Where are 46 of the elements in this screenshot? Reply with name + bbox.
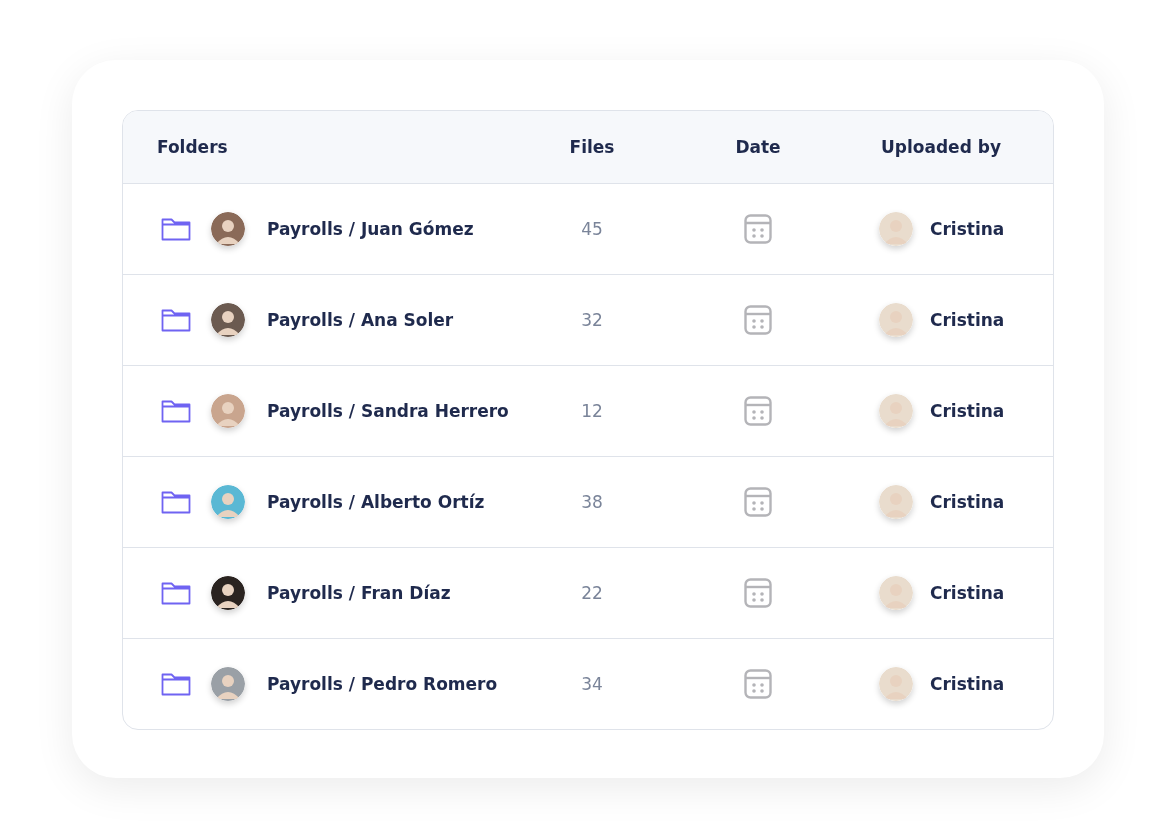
folder-name[interactable]: Payrolls / Fran Díaz xyxy=(267,583,451,603)
file-count: 38 xyxy=(581,492,603,512)
uploader-name: Cristina xyxy=(930,310,1005,330)
uploader-name: Cristina xyxy=(930,674,1005,694)
avatar xyxy=(211,576,245,610)
column-header: Uploaded by xyxy=(881,137,1001,157)
avatar xyxy=(879,667,913,701)
uploader-name: Cristina xyxy=(930,219,1005,239)
folder-icon xyxy=(161,217,191,241)
file-count: 32 xyxy=(581,310,603,330)
uploader-name: Cristina xyxy=(930,401,1005,421)
folder-icon xyxy=(161,672,191,696)
calendar-icon xyxy=(744,487,772,517)
avatar xyxy=(879,212,913,246)
folder-name[interactable]: Payrolls / Alberto Ortíz xyxy=(267,492,485,512)
column-header: Date xyxy=(735,137,781,157)
calendar-icon xyxy=(744,578,772,608)
folder-name[interactable]: Payrolls / Pedro Romero xyxy=(267,674,498,694)
folder-name[interactable]: Payrolls / Juan Gómez xyxy=(267,219,474,239)
uploader-name: Cristina xyxy=(930,583,1005,603)
folder-icon xyxy=(161,308,191,332)
avatar xyxy=(211,485,245,519)
avatar xyxy=(879,394,913,428)
folder-icon xyxy=(161,581,191,605)
calendar-icon xyxy=(744,214,772,244)
folder-name[interactable]: Payrolls / Ana Soler xyxy=(267,310,454,330)
folder-icon xyxy=(161,490,191,514)
avatar xyxy=(211,394,245,428)
file-count: 12 xyxy=(581,401,603,421)
calendar-icon xyxy=(744,305,772,335)
avatar xyxy=(879,576,913,610)
folder-name[interactable]: Payrolls / Sandra Herrero xyxy=(267,401,509,421)
folder-icon xyxy=(161,399,191,423)
avatar xyxy=(211,212,245,246)
calendar-icon xyxy=(744,669,772,699)
column-header: Files xyxy=(569,137,615,157)
avatar xyxy=(211,667,245,701)
calendar-icon xyxy=(744,396,772,426)
file-count: 22 xyxy=(581,583,603,603)
column-header: Folders xyxy=(157,137,228,157)
file-count: 45 xyxy=(581,219,603,239)
avatar xyxy=(211,303,245,337)
avatar xyxy=(879,303,913,337)
file-count: 34 xyxy=(581,674,603,694)
uploader-name: Cristina xyxy=(930,492,1005,512)
avatar xyxy=(879,485,913,519)
